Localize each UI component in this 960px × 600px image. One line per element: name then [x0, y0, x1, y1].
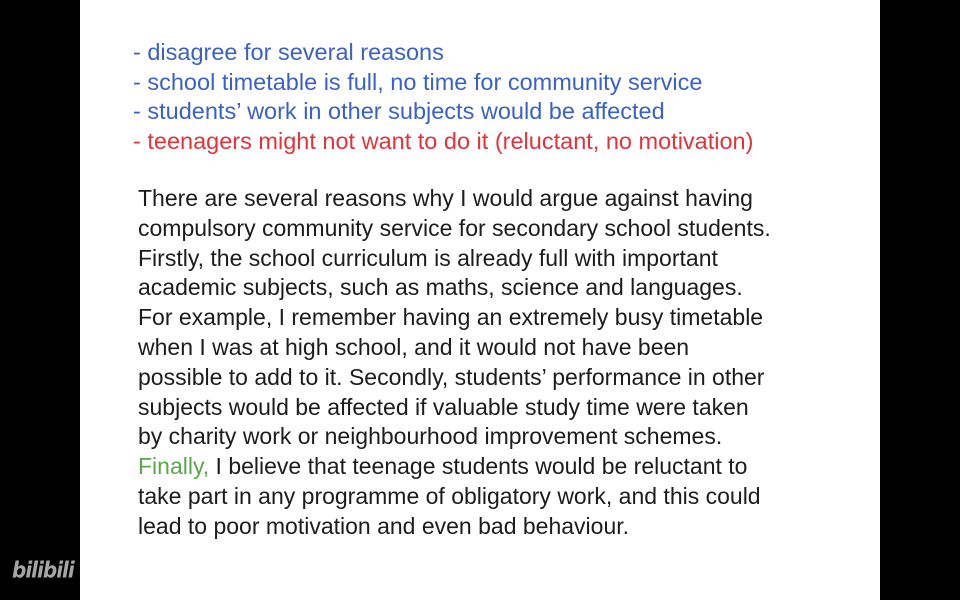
highlighted-word: Finally, — [138, 453, 210, 480]
bilibili-watermark-logo: bilibili — [12, 556, 75, 584]
bullet-item: - students’ work in other subjects would… — [133, 98, 665, 124]
paragraph-line: For example, I remember having an extrem… — [138, 304, 764, 331]
paragraph-line-rest: I believe that teenage students would be… — [209, 453, 748, 480]
paragraph-line: when I was at high school, and it would … — [138, 333, 690, 360]
paragraph-line: subjects would be affected if valuable s… — [138, 393, 749, 420]
paragraph-line: possible to add to it. Secondly, student… — [138, 363, 765, 390]
paragraph-line: There are several reasons why I would ar… — [138, 185, 753, 211]
paragraph-line: Firstly, the school curriculum is alread… — [138, 244, 718, 271]
bullet-item-highlighted: - teenagers might not want to do it (rel… — [133, 127, 754, 154]
paragraph-line: compulsory community service for seconda… — [138, 214, 771, 241]
paragraph-line: by charity work or neighbourhood improve… — [138, 423, 723, 450]
paragraph-line: Finally, I believe that teenage students… — [138, 452, 838, 482]
paragraph-line: take part in any programme of obligatory… — [138, 482, 761, 509]
bullet-item: - disagree for several reasons — [133, 39, 444, 65]
slide-page: - disagree for several reasons - school … — [80, 0, 880, 600]
bullet-item: - school timetable is full, no time for … — [133, 68, 703, 95]
essay-paragraph: There are several reasons why I would ar… — [138, 184, 838, 542]
bullet-list: - disagree for several reasons - school … — [133, 38, 753, 156]
paragraph-line: academic subjects, such as maths, scienc… — [138, 274, 743, 301]
paragraph-line: lead to poor motivation and even bad beh… — [138, 512, 630, 539]
